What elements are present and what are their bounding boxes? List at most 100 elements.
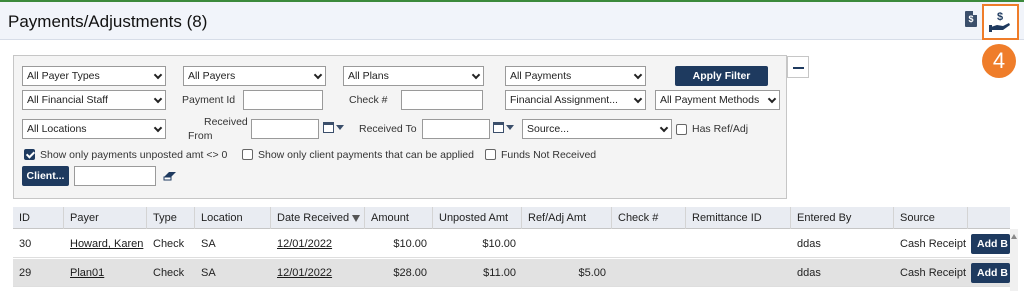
collapse-filter-button[interactable] [787,56,809,78]
date-received-link[interactable]: 12/01/2022 [277,238,332,250]
received-from-label-line2: From [188,130,213,142]
funds-not-received-label: Funds Not Received [501,149,597,161]
payments-select[interactable]: All Payments [505,66,646,86]
billing-document-icon[interactable]: $ [965,11,977,27]
cell-date-received[interactable]: 12/01/2022 [271,230,365,258]
scroll-up-icon[interactable] [1011,234,1017,239]
locations-select[interactable]: All Locations [22,119,166,139]
chevron-down-icon [313,70,323,80]
cell-id: 29 [19,267,32,279]
column-header-date-received[interactable]: Date Received [271,207,365,229]
payers-select[interactable]: All Payers [183,66,326,86]
payment-hand-button[interactable]: $ [982,4,1019,40]
client-input[interactable] [74,166,156,186]
add-button[interactable]: Add B [971,263,1010,283]
check-number-label: Check # [349,94,388,106]
page-header: Payments/Adjustments (8) $ [0,2,1024,40]
check-number-input[interactable] [401,90,483,110]
received-to-label: Received To [359,123,417,135]
date-received-link[interactable]: 12/01/2022 [277,267,332,279]
chevron-down-icon [153,70,163,80]
cell-location: SA [201,238,216,250]
chevron-down-icon [633,70,643,80]
hand-dollar-icon: $ [989,11,1010,32]
cell-check [612,230,686,258]
payment-id-input[interactable] [243,90,323,110]
cell-id: 30 [19,238,32,250]
column-header-entered-by[interactable]: Entered By [791,207,894,229]
column-header-unposted-amt[interactable]: Unposted Amt [433,207,522,229]
table-row[interactable]: 29 Plan01 Check SA 12/01/2022 $28.00 $11… [13,259,1010,287]
received-from-label: Received [204,116,248,128]
chevron-down-icon [659,123,669,133]
payer-types-select[interactable]: All Payer Types [22,66,166,86]
client-payments-label: Show only client payments that can be ap… [258,149,474,161]
cell-amount: $28.00 [393,267,427,279]
column-header-location[interactable]: Location [195,207,271,229]
calendar-icon[interactable] [493,122,504,133]
cell-check [612,259,686,287]
has-ref-adj-label: Has Ref/Adj [692,123,749,135]
cell-amount: $10.00 [393,238,427,250]
column-header-payer[interactable]: Payer [64,207,147,229]
calendar-icon[interactable] [323,122,334,133]
source-select[interactable]: Source... [522,119,672,139]
add-button[interactable]: Add B [971,234,1010,254]
column-header-id[interactable]: ID [13,207,64,229]
column-header-ref-adj-amt[interactable]: Ref/Adj Amt [522,207,612,229]
column-header-remittance-id[interactable]: Remittance ID [686,207,791,229]
column-header-check[interactable]: Check # [612,207,686,229]
eraser-icon[interactable] [163,171,177,181]
cell-remittance-id [686,230,791,258]
apply-filter-button[interactable]: Apply Filter [675,66,768,86]
financial-assignment-select[interactable]: Financial Assignment... [505,90,646,110]
page-title: Payments/Adjustments (8) [8,12,208,31]
received-to-input[interactable] [422,119,490,139]
caret-down-icon[interactable] [336,125,344,130]
cell-payer[interactable]: Plan01 [64,259,147,287]
chevron-down-icon [633,94,643,104]
cell-unposted-amt: $11.00 [483,267,516,279]
cell-entered-by: ddas [797,238,821,250]
column-header-type[interactable]: Type [147,207,195,229]
column-header-amount[interactable]: Amount [365,207,433,229]
payment-methods-select[interactable]: All Payment Methods [655,90,780,110]
svg-text:$: $ [997,11,1003,23]
minus-icon [793,67,804,69]
table-row[interactable]: 30 Howard, Karen Check SA 12/01/2022 $10… [13,230,1010,258]
cell-ref-adj-amt: $5.00 [578,267,606,279]
has-ref-adj-checkbox[interactable] [676,124,687,135]
unposted-only-checkbox[interactable] [24,149,35,160]
unposted-only-label: Show only payments unposted amt <> 0 [40,149,228,161]
sort-descending-icon [352,214,361,222]
cell-source: Cash Receipt [900,267,967,279]
cell-remittance-id [686,259,791,287]
cell-source: Cash Receipt [900,238,967,250]
cell-date-received[interactable]: 12/01/2022 [271,259,365,287]
cell-ref-adj-amt [522,230,612,258]
cell-entered-by: ddas [797,267,821,279]
chevron-down-icon [471,70,481,80]
chevron-down-icon [153,123,163,133]
received-from-input[interactable] [251,119,319,139]
funds-not-received-checkbox[interactable] [485,149,496,160]
cell-type: Check [153,238,185,250]
payer-link[interactable]: Howard, Karen [70,238,143,250]
payment-id-label: Payment Id [182,94,236,106]
client-payments-checkbox[interactable] [242,149,253,160]
chevron-down-icon [153,94,163,104]
step-badge: 4 [982,44,1016,78]
column-header-actions [968,207,1010,229]
plans-select[interactable]: All Plans [343,66,484,86]
payer-link[interactable]: Plan01 [70,267,104,279]
cell-payer[interactable]: Howard, Karen [64,230,147,258]
financial-staff-select[interactable]: All Financial Staff [22,90,166,110]
chevron-down-icon [767,94,777,104]
cell-type: Check [153,267,185,279]
caret-down-icon[interactable] [506,125,514,130]
table-header: ID Payer Type Location Date Received Amo… [13,207,1010,229]
cell-unposted-amt: $10.00 [482,238,516,250]
cell-location: SA [201,267,216,279]
client-button[interactable]: Client... [22,166,69,186]
column-header-source[interactable]: Source [894,207,968,229]
